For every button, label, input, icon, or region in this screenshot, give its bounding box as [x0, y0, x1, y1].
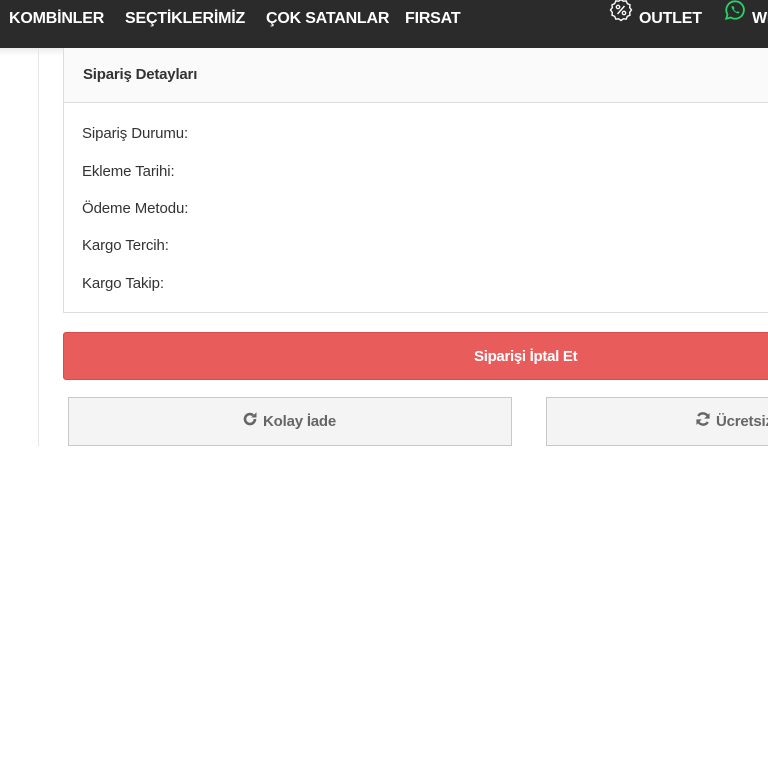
shipping-preference-label: Kargo Tercih:: [82, 237, 169, 254]
nav-outlet[interactable]: OUTLET: [609, 0, 702, 38]
shipping-tracking-label: Kargo Takip:: [82, 275, 164, 292]
order-details-title: Sipariş Detayları: [83, 66, 198, 83]
rotate-right-icon: [242, 411, 258, 431]
order-status-label: Sipariş Durumu:: [82, 125, 189, 142]
top-navigation-bar: KOMBİNLER SEÇTİKLERİMİZ ÇOK SATANLAR FIR…: [0, 0, 768, 48]
added-date-label: Ekleme Tarihi:: [82, 163, 175, 180]
whatsapp-icon: [724, 0, 746, 36]
order-details-panel: Sipariş Detayları Sipariş Durumu: Ekleme…: [63, 48, 768, 313]
nav-kombinler[interactable]: KOMBİNLER: [9, 0, 104, 38]
cancel-order-button[interactable]: Siparişi İptal Et: [63, 332, 768, 380]
nav-whatsapp[interactable]: WH: [724, 0, 768, 38]
refresh-icon: [695, 411, 711, 431]
percent-icon: [609, 0, 633, 37]
nav-firsat[interactable]: FIRSAT: [405, 0, 461, 38]
free-label: Ücretsiz: [716, 413, 768, 430]
easy-return-label: Kolay İade: [263, 413, 337, 430]
payment-method-label: Ödeme Metodu:: [82, 200, 189, 217]
nav-sectiklerimiz[interactable]: SEÇTİKLERİMİZ: [125, 0, 245, 38]
nav-cok-satanlar[interactable]: ÇOK SATANLAR: [266, 0, 389, 38]
nav-outlet-label: OUTLET: [639, 10, 702, 27]
free-button[interactable]: Ücretsiz: [546, 397, 768, 446]
cancel-order-label: Siparişi İptal Et: [474, 348, 578, 365]
nav-whatsapp-label: WH: [752, 10, 768, 27]
easy-return-button[interactable]: Kolay İade: [68, 397, 512, 446]
